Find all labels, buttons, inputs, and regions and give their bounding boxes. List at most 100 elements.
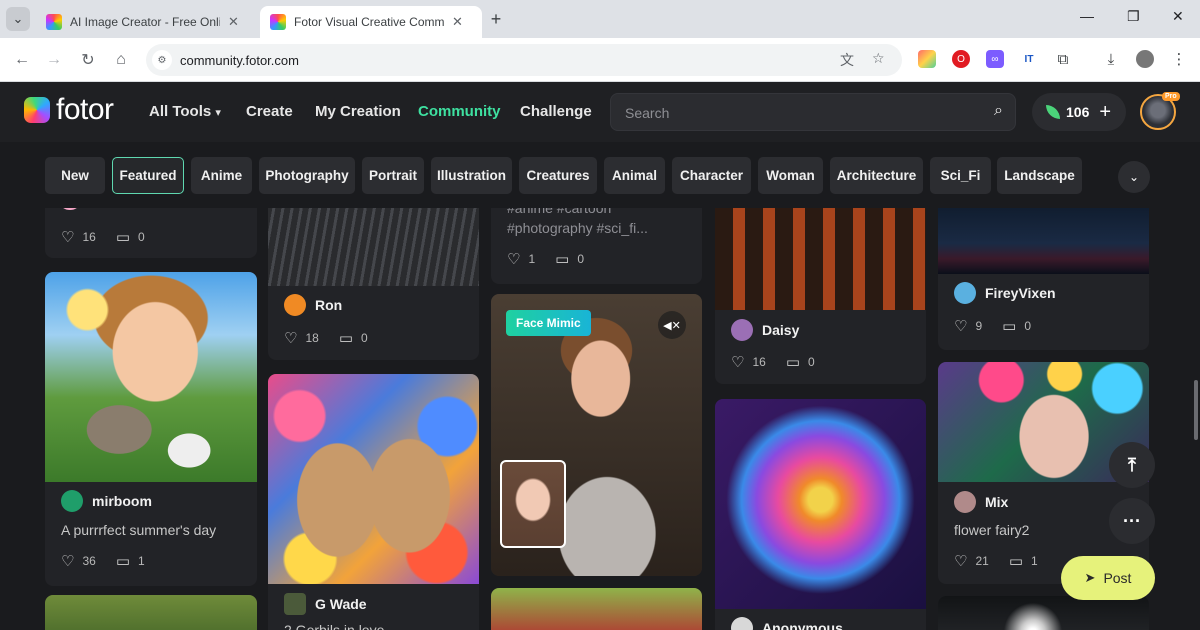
browser-tab-ai-image-creator[interactable]: AI Image Creator - Free Online ✕ <box>36 6 254 38</box>
browser-menu-icon[interactable]: ⋮ <box>1170 50 1188 68</box>
category-character[interactable]: Character <box>672 157 751 194</box>
close-icon[interactable]: ✕ <box>228 14 239 30</box>
category-photography[interactable]: Photography <box>259 157 355 194</box>
user-avatar <box>284 294 306 316</box>
chevron-down-icon: ⌄ <box>12 11 24 26</box>
ai-extension-icon[interactable]: ∞ <box>986 50 1004 68</box>
heart-icon[interactable]: ♡ <box>954 317 967 335</box>
tab-title: Fotor Visual Creative Community <box>294 15 444 29</box>
category-architecture[interactable]: Architecture <box>830 157 923 194</box>
card-author[interactable]: G Wade <box>284 593 367 615</box>
feed-card[interactable]: Anonymous <box>715 399 926 630</box>
card-author[interactable]: Mix <box>954 491 1008 513</box>
card-image[interactable] <box>45 595 257 630</box>
home-icon[interactable]: ⌂ <box>109 48 133 72</box>
category-animal[interactable]: Animal <box>604 157 665 194</box>
browser-tab-community[interactable]: Fotor Visual Creative Community ✕ <box>260 6 482 38</box>
translate-extension-icon[interactable]: IT <box>1020 50 1038 68</box>
comment-icon[interactable]: ▭ <box>116 228 130 246</box>
card-image[interactable] <box>938 208 1149 274</box>
category-creatures[interactable]: Creatures <box>519 157 597 194</box>
feed-card[interactable] <box>45 595 257 630</box>
feed-card[interactable] <box>491 588 702 630</box>
scroll-to-top-button[interactable]: ⤒ <box>1109 442 1155 488</box>
maximize-icon[interactable]: ❐ <box>1127 8 1140 25</box>
site-info-icon[interactable]: ⚙ <box>152 50 172 70</box>
back-arrow-icon[interactable]: ← <box>10 48 34 72</box>
feed-card[interactable]: Ron ♡ 18 ▭ 0 <box>268 208 479 360</box>
credits-button[interactable]: 106 + <box>1032 93 1126 131</box>
category-portrait[interactable]: Portrait <box>362 157 424 194</box>
heart-icon[interactable]: ♡ <box>284 329 297 347</box>
fotor-logo[interactable]: fotor <box>24 95 114 125</box>
card-author[interactable]: Anonymous <box>731 617 843 630</box>
card-author[interactable]: FireyVixen <box>954 282 1056 304</box>
address-bar[interactable]: ⚙ community.fotor.com 文 ☆ <box>146 44 902 76</box>
scrollbar-thumb[interactable] <box>1194 380 1198 440</box>
feed-card[interactable] <box>938 596 1149 630</box>
comment-icon[interactable]: ▭ <box>786 353 800 371</box>
card-image[interactable] <box>45 272 257 482</box>
opera-extension-icon[interactable]: O <box>952 50 970 68</box>
category-anime[interactable]: Anime <box>191 157 252 194</box>
minimize-icon[interactable]: — <box>1080 8 1094 24</box>
close-window-icon[interactable]: ✕ <box>1172 8 1184 25</box>
comment-icon[interactable]: ▭ <box>1002 317 1016 335</box>
heart-icon[interactable]: ♡ <box>507 250 520 268</box>
feed-card[interactable]: ♡ 16 ▭ 0 <box>45 208 257 258</box>
feed-card[interactable]: #anime #cartoon #photography #sci_fi... … <box>491 208 702 284</box>
profile-avatar[interactable] <box>1136 50 1154 68</box>
nav-create[interactable]: Create <box>246 103 293 120</box>
expand-categories-button[interactable]: ⌄ <box>1118 161 1150 193</box>
card-image[interactable] <box>715 208 926 310</box>
feed-card[interactable]: G Wade 2 Gerbils in love <box>268 374 479 630</box>
search-input[interactable] <box>625 103 965 123</box>
category-illustration[interactable]: Illustration <box>431 157 512 194</box>
pro-badge: Pro <box>1162 92 1180 101</box>
post-button[interactable]: ➤ Post <box>1061 556 1155 600</box>
heart-icon[interactable]: ♡ <box>954 552 967 570</box>
comment-icon[interactable]: ▭ <box>116 552 130 570</box>
comment-icon[interactable]: ▭ <box>1009 552 1023 570</box>
extensions-puzzle-icon[interactable]: ⧉ <box>1054 50 1072 68</box>
download-icon[interactable]: ⤓ <box>1102 50 1120 68</box>
close-icon[interactable]: ✕ <box>452 14 463 30</box>
extension-icon[interactable] <box>918 50 936 68</box>
new-tab-button[interactable]: + <box>484 7 508 31</box>
category-woman[interactable]: Woman <box>758 157 823 194</box>
category-new[interactable]: New <box>45 157 105 194</box>
comment-icon[interactable]: ▭ <box>555 250 569 268</box>
card-image[interactable] <box>715 399 926 609</box>
feed-card[interactable]: Face Mimic ◀✕ <box>491 294 702 576</box>
feed-card[interactable]: FireyVixen ♡ 9 ▭ 0 <box>938 208 1149 350</box>
card-author[interactable]: Daisy <box>731 319 799 341</box>
feed-card[interactable]: Daisy ♡ 16 ▭ 0 <box>715 208 926 384</box>
nav-community[interactable]: Community <box>418 103 501 120</box>
card-image[interactable] <box>268 208 479 286</box>
comment-icon[interactable]: ▭ <box>339 329 353 347</box>
heart-icon[interactable]: ♡ <box>61 228 74 246</box>
heart-icon[interactable]: ♡ <box>61 552 74 570</box>
category-landscape[interactable]: Landscape <box>997 157 1082 194</box>
feed-card[interactable]: mirboom A purrrfect summer's day ♡ 36 ▭ 1 <box>45 272 257 586</box>
bookmark-star-icon[interactable]: ☆ <box>872 50 885 67</box>
heart-icon[interactable]: ♡ <box>731 353 744 371</box>
category-sci-fi[interactable]: Sci_Fi <box>930 157 991 194</box>
nav-my-creation[interactable]: My Creation <box>315 103 401 120</box>
reload-icon[interactable]: ↻ <box>76 48 100 72</box>
card-author[interactable]: Ron <box>284 294 342 316</box>
translate-icon[interactable]: 文 <box>840 50 854 70</box>
nav-all-tools[interactable]: All Tools ▾ <box>149 103 221 120</box>
search-icon[interactable]: ⌕ <box>994 102 1003 120</box>
plus-icon[interactable]: + <box>1099 102 1111 122</box>
tab-search-button[interactable]: ⌄ <box>6 7 30 31</box>
mute-icon[interactable]: ◀✕ <box>658 311 686 339</box>
category-featured[interactable]: Featured <box>112 157 184 194</box>
card-image[interactable] <box>491 588 702 630</box>
nav-challenge[interactable]: Challenge <box>520 103 592 120</box>
card-image[interactable] <box>938 596 1149 630</box>
card-author[interactable]: mirboom <box>61 490 152 512</box>
card-image[interactable] <box>268 374 479 584</box>
more-options-button[interactable]: ··· <box>1109 498 1155 544</box>
forward-arrow-icon[interactable]: → <box>42 48 66 72</box>
